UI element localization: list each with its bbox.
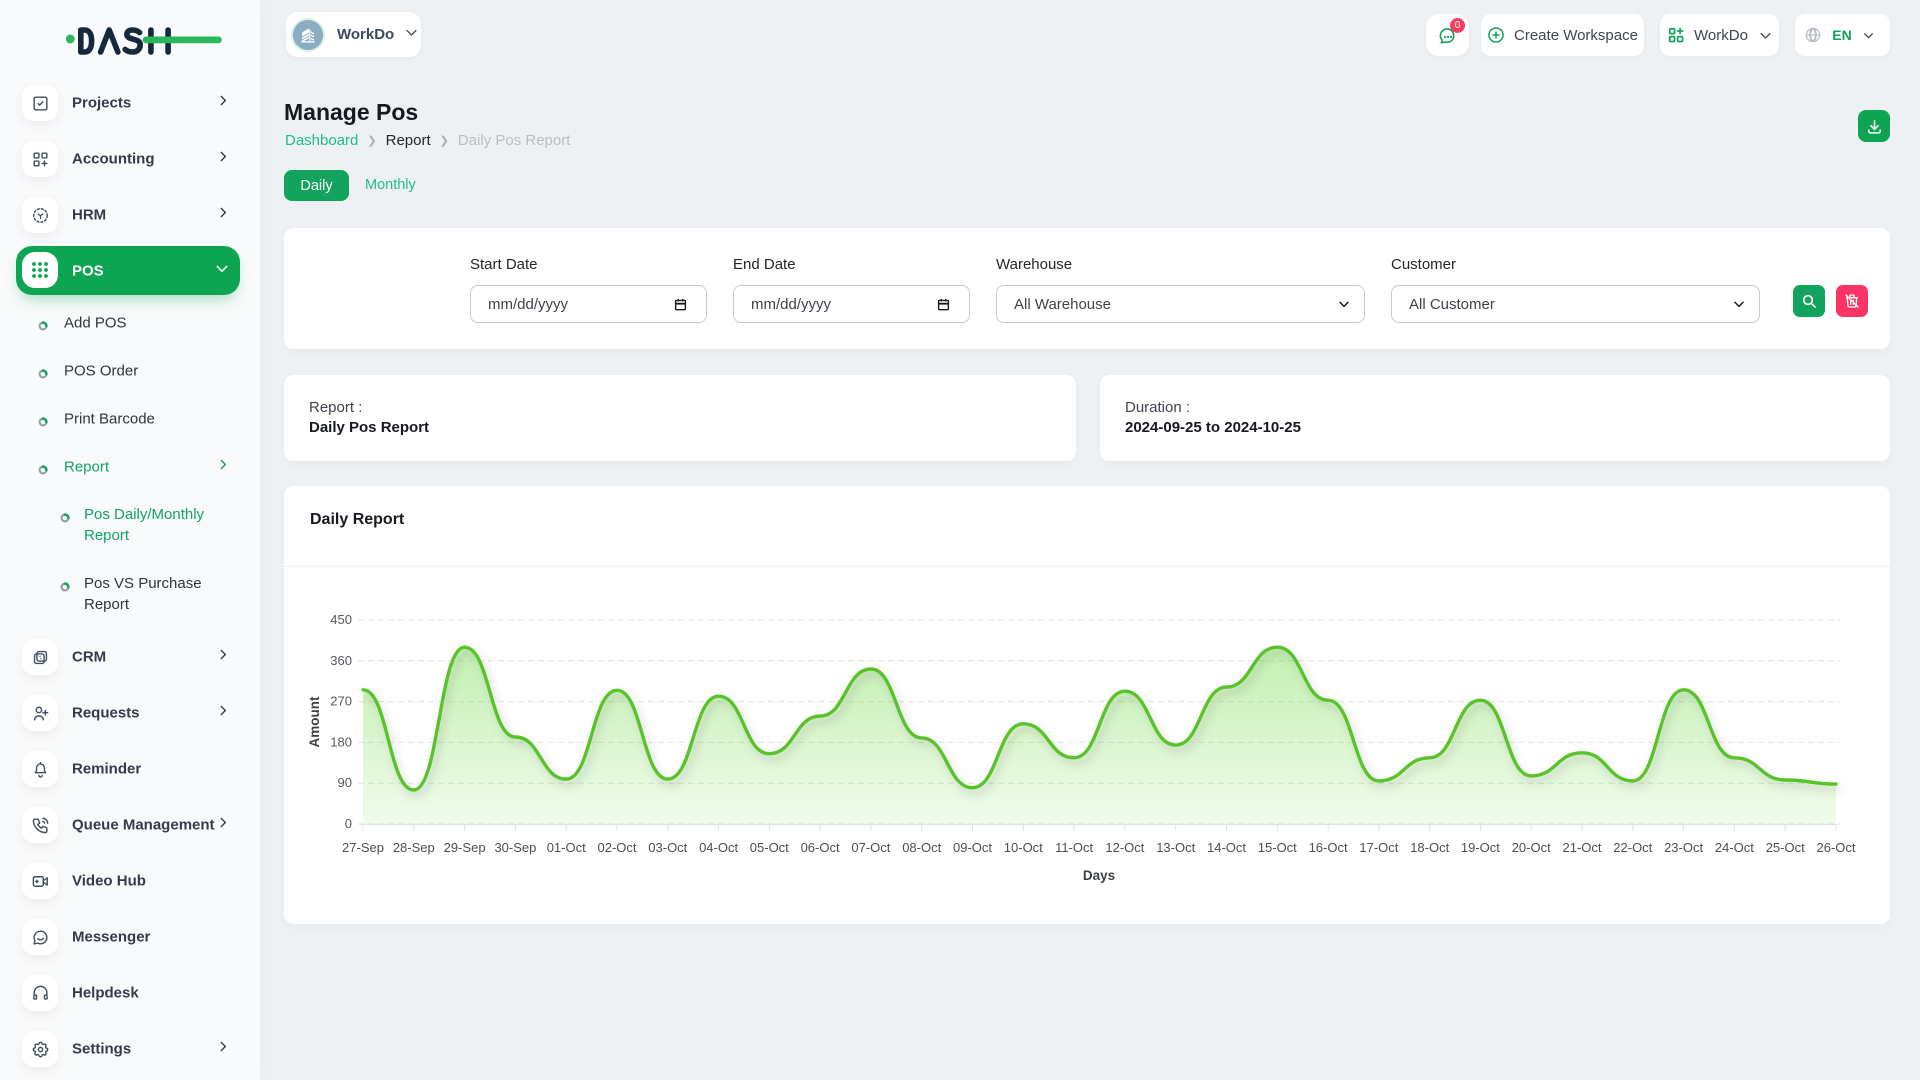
svg-text:18-Oct: 18-Oct <box>1410 840 1449 855</box>
svg-text:16-Oct: 16-Oct <box>1309 840 1348 855</box>
svg-text:10-Oct: 10-Oct <box>1004 840 1043 855</box>
svg-text:0: 0 <box>345 816 352 831</box>
svg-text:20-Oct: 20-Oct <box>1512 840 1551 855</box>
svg-text:12-Oct: 12-Oct <box>1105 840 1144 855</box>
svg-text:11-Oct: 11-Oct <box>1055 840 1093 855</box>
svg-text:24-Oct: 24-Oct <box>1715 840 1754 855</box>
svg-text:360: 360 <box>330 653 352 668</box>
svg-text:17-Oct: 17-Oct <box>1359 840 1398 855</box>
svg-text:14-Oct: 14-Oct <box>1207 840 1246 855</box>
svg-text:180: 180 <box>330 734 352 749</box>
svg-text:09-Oct: 09-Oct <box>953 840 992 855</box>
svg-text:02-Oct: 02-Oct <box>597 840 636 855</box>
svg-text:13-Oct: 13-Oct <box>1156 840 1195 855</box>
svg-text:29-Sep: 29-Sep <box>444 840 486 855</box>
svg-text:30-Sep: 30-Sep <box>494 840 536 855</box>
svg-text:21-Oct: 21-Oct <box>1562 840 1601 855</box>
svg-text:28-Sep: 28-Sep <box>393 840 435 855</box>
svg-text:25-Oct: 25-Oct <box>1766 840 1805 855</box>
svg-text:26-Oct: 26-Oct <box>1816 840 1855 855</box>
svg-text:07-Oct: 07-Oct <box>851 840 890 855</box>
svg-text:19-Oct: 19-Oct <box>1461 840 1500 855</box>
svg-text:01-Oct: 01-Oct <box>547 840 586 855</box>
svg-text:22-Oct: 22-Oct <box>1613 840 1652 855</box>
svg-text:Amount: Amount <box>307 696 322 747</box>
svg-text:Days: Days <box>1083 868 1115 883</box>
svg-text:270: 270 <box>330 694 352 709</box>
svg-text:04-Oct: 04-Oct <box>699 840 738 855</box>
svg-text:27-Sep: 27-Sep <box>342 840 384 855</box>
svg-text:90: 90 <box>338 775 352 790</box>
svg-text:15-Oct: 15-Oct <box>1258 840 1297 855</box>
svg-text:05-Oct: 05-Oct <box>750 840 789 855</box>
svg-text:23-Oct: 23-Oct <box>1664 840 1703 855</box>
svg-text:08-Oct: 08-Oct <box>902 840 941 855</box>
svg-text:06-Oct: 06-Oct <box>801 840 840 855</box>
svg-text:03-Oct: 03-Oct <box>648 840 687 855</box>
svg-text:450: 450 <box>330 612 352 627</box>
